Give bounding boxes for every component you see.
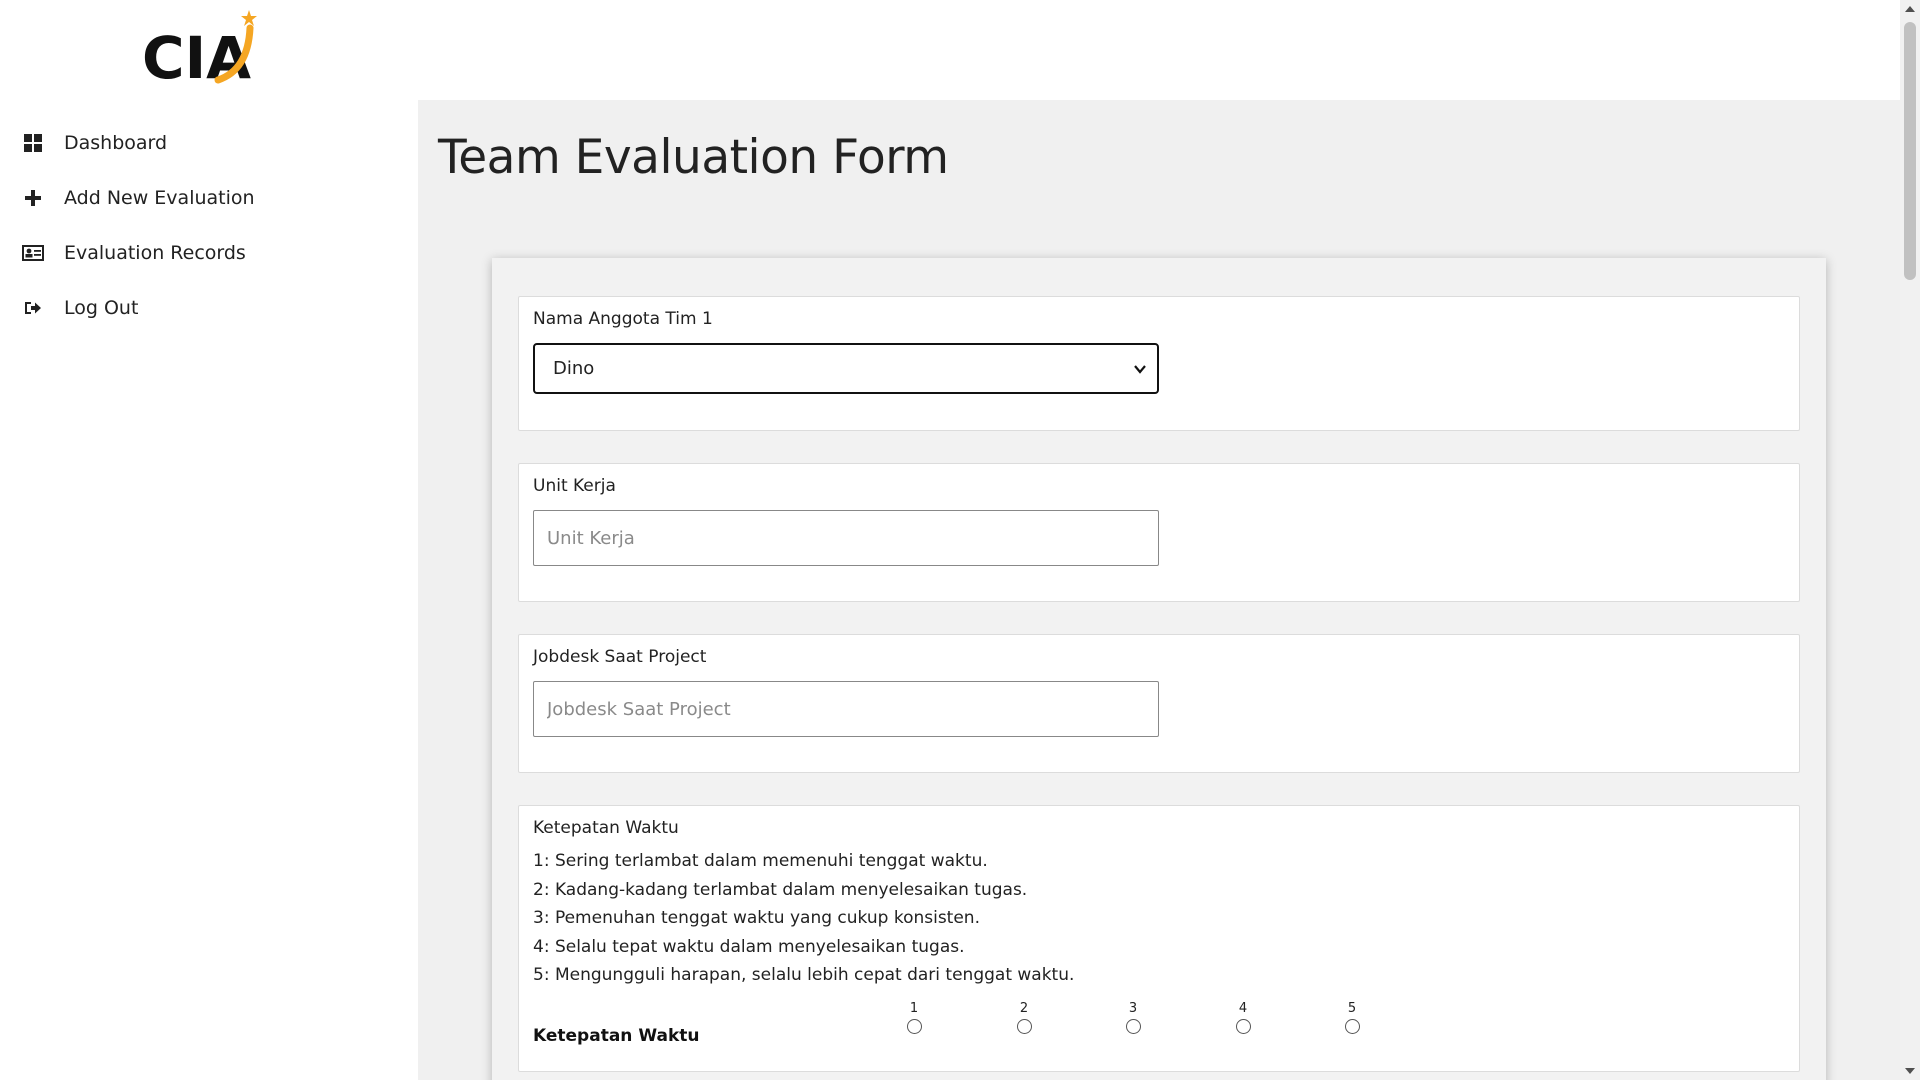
scroll-up-icon[interactable] — [1905, 6, 1915, 12]
criteria-line: 5: Mengungguli harapan, selalu lebih cep… — [533, 965, 1075, 985]
rating-number: 1 — [909, 1001, 919, 1016]
sidebar-item-evaluation-records[interactable]: Evaluation Records — [0, 225, 418, 280]
cia-logo[interactable]: CIA — [140, 8, 265, 92]
main-content: Team Evaluation Form Nama Anggota Tim 1 … — [418, 100, 1900, 1080]
rating-option-4: 4 — [1228, 1001, 1258, 1038]
sidebar-item-log-out[interactable]: Log Out — [0, 280, 418, 335]
sidebar-item-label: Add New Evaluation — [64, 186, 255, 209]
scroll-down-icon[interactable] — [1905, 1068, 1915, 1074]
page-title: Team Evaluation Form — [438, 130, 949, 185]
criteria-line: 3: Pemenuhan tenggat waktu yang cukup ko… — [533, 908, 980, 928]
rating-number: 4 — [1238, 1001, 1248, 1016]
sidebar-item-dashboard[interactable]: Dashboard — [0, 115, 418, 170]
criteria-section: Ketepatan Waktu 1: Sering terlambat dala… — [518, 805, 1800, 1072]
sidebar-item-label: Dashboard — [64, 131, 168, 154]
rating-radio-2[interactable] — [1016, 1019, 1032, 1034]
criteria-descriptions: 1: Sering terlambat dalam memenuhi tengg… — [533, 847, 1074, 990]
svg-text:CIA: CIA — [142, 24, 251, 86]
criteria-title: Ketepatan Waktu — [533, 818, 679, 838]
id-card-icon — [22, 242, 44, 264]
rating-radio-3[interactable] — [1125, 1019, 1141, 1034]
criteria-line: 4: Selalu tepat waktu dalam menyelesaika… — [533, 936, 965, 957]
rating-option-5: 5 — [1337, 1001, 1367, 1038]
sidebar-item-add-new-evaluation[interactable]: Add New Evaluation — [0, 170, 418, 225]
member-label: Nama Anggota Tim 1 — [533, 309, 713, 329]
scrollbar-thumb[interactable] — [1904, 22, 1916, 280]
criteria-line: 2: Kadang-kadang terlambat dalam menyele… — [533, 879, 1028, 900]
plus-icon — [22, 187, 44, 209]
member-select[interactable]: Dino — [533, 343, 1159, 394]
unit-label: Unit Kerja — [533, 476, 616, 496]
rating-number: 3 — [1128, 1001, 1138, 1016]
jobdesk-section: Jobdesk Saat Project — [518, 634, 1800, 773]
rating-option-1: 1 — [899, 1001, 929, 1038]
chevron-down-icon — [1133, 360, 1147, 381]
rating-row-label: Ketepatan Waktu — [533, 1026, 700, 1046]
sidebar-nav: Dashboard Add New Evaluation Evaluation … — [0, 115, 418, 335]
rating-option-3: 3 — [1118, 1001, 1148, 1038]
member-select-value: Dino — [553, 358, 595, 379]
rating-option-2: 2 — [1009, 1001, 1039, 1038]
unit-input[interactable] — [533, 510, 1159, 566]
member-section: Nama Anggota Tim 1 Dino — [518, 296, 1800, 431]
sidebar-item-label: Evaluation Records — [64, 241, 246, 264]
rating-number: 2 — [1019, 1001, 1029, 1016]
criteria-line: 1: Sering terlambat dalam memenuhi tengg… — [533, 851, 988, 871]
sidebar-item-label: Log Out — [64, 296, 139, 319]
rating-radio-4[interactable] — [1235, 1019, 1251, 1034]
rating-radio-1[interactable] — [906, 1019, 922, 1034]
rating-radio-5[interactable] — [1344, 1019, 1360, 1034]
evaluation-form-card: Nama Anggota Tim 1 Dino Unit Kerja Jobde… — [492, 258, 1826, 1080]
grid-icon — [22, 132, 44, 154]
logout-icon — [22, 297, 44, 319]
rating-number: 5 — [1347, 1001, 1357, 1016]
unit-section: Unit Kerja — [518, 463, 1800, 602]
jobdesk-input[interactable] — [533, 681, 1159, 737]
page-scrollbar[interactable] — [1900, 0, 1920, 1080]
jobdesk-label: Jobdesk Saat Project — [533, 647, 707, 667]
